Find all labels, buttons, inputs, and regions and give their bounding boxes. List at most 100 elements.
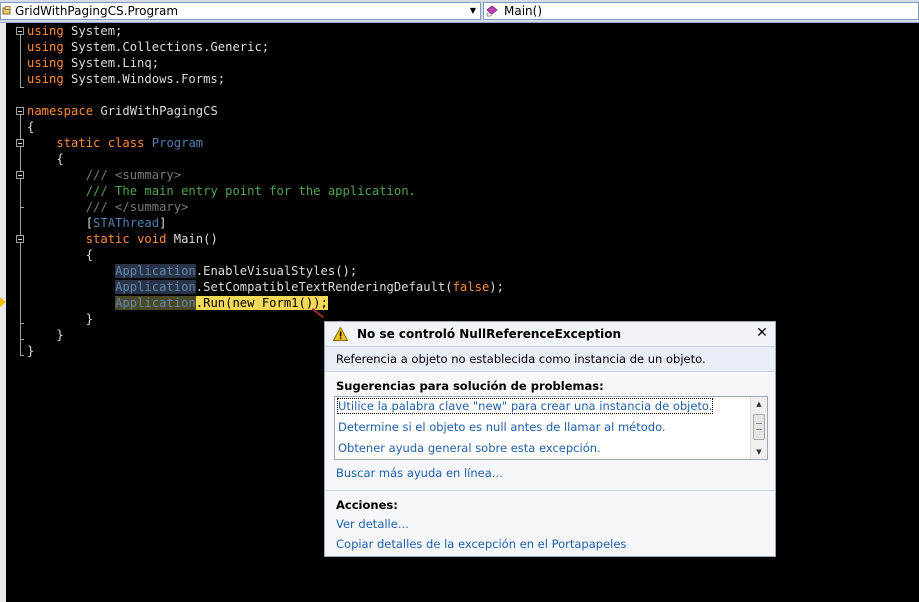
outline-line: [20, 35, 21, 87]
suggestions-scrollbar[interactable]: ▲ ▼: [750, 397, 767, 459]
code-token: Application: [115, 264, 196, 278]
code-token: }: [27, 312, 94, 326]
collapse-icon[interactable]: [16, 235, 24, 243]
code-token: /// </summary>: [85, 200, 189, 214]
collapse-icon[interactable]: [16, 139, 24, 147]
code-token: Application: [115, 296, 196, 310]
code-token: STAThread: [93, 216, 160, 230]
suggestion-item[interactable]: Obtener ayuda general sobre esta excepci…: [338, 441, 601, 455]
code-token: {: [27, 152, 64, 166]
code-line[interactable]: /// </summary>: [27, 199, 189, 215]
code-token: using: [27, 40, 64, 54]
code-line[interactable]: /// The main entry point for the applica…: [27, 183, 416, 199]
navigation-bar: GridWithPagingCS.Program ▼ Main(): [0, 0, 919, 23]
exception-message: Referencia a objeto no establecida como …: [336, 352, 706, 366]
code-token: .SetCompatibleTextRenderingDefault(: [195, 280, 453, 294]
code-line[interactable]: [STAThread]: [27, 215, 167, 231]
close-icon[interactable]: ✕: [755, 325, 769, 341]
actions-heading: Acciones:: [336, 498, 398, 512]
code-line[interactable]: }: [27, 327, 64, 343]
outline-end: [20, 207, 24, 208]
suggestion-item[interactable]: Utilice la palabra clave "new" para crea…: [336, 398, 714, 414]
member-selector-value: Main(): [504, 4, 543, 18]
code-line[interactable]: {: [27, 247, 93, 263]
code-token: Application: [115, 280, 196, 294]
code-token: }: [27, 344, 35, 358]
code-token: .EnableVisualStyles();: [195, 264, 358, 278]
code-token: System.Windows.Forms;: [63, 72, 226, 86]
suggestions-list[interactable]: Utilice la palabra clave "new" para crea…: [334, 396, 768, 460]
code-token: using: [27, 56, 64, 70]
chevron-down-icon[interactable]: ▼: [467, 4, 479, 18]
code-line[interactable]: Application.SetCompatibleTextRenderingDe…: [27, 279, 504, 295]
code-token: .Run(new Form1());: [195, 296, 328, 310]
code-token: ]: [159, 216, 167, 230]
outline-line: [20, 179, 21, 207]
code-token: using: [27, 24, 64, 38]
suggestions-heading: Sugerencias para solución de problemas:: [336, 379, 604, 393]
code-token: /// <summary>: [85, 168, 182, 182]
member-selector-dropdown[interactable]: Main(): [483, 2, 919, 20]
collapse-icon[interactable]: [16, 171, 24, 179]
code-line[interactable]: {: [27, 119, 34, 135]
code-token: System;: [63, 24, 123, 38]
code-token: false: [452, 280, 490, 294]
code-token: GridWithPagingCS: [93, 104, 218, 118]
code-line[interactable]: Application.EnableVisualStyles();: [27, 263, 357, 279]
code-line[interactable]: }: [27, 311, 93, 327]
suggestion-item[interactable]: Determine si el objeto es null antes de …: [338, 420, 666, 434]
code-line[interactable]: /// <summary>: [27, 167, 181, 183]
collapse-icon[interactable]: [16, 27, 24, 35]
outlining-margin: [14, 23, 24, 602]
code-line[interactable]: static class Program: [27, 135, 203, 151]
code-token: static class: [56, 136, 145, 150]
outline-end: [20, 339, 24, 340]
code-line[interactable]: namespace GridWithPagingCS: [27, 103, 218, 119]
more-help-link[interactable]: Buscar más ayuda en línea...: [336, 466, 503, 480]
code-token: Main(): [166, 232, 218, 246]
scroll-thumb[interactable]: [753, 414, 765, 440]
outline-end: [20, 323, 24, 324]
current-statement-arrow-icon: [0, 297, 6, 307]
code-line[interactable]: using System.Collections.Generic;: [27, 39, 269, 55]
code-line[interactable]: using System.Linq;: [27, 55, 159, 71]
code-token: [: [27, 216, 94, 230]
exception-title: No se controló NullReferenceException: [357, 327, 622, 341]
exception-header: No se controló NullReferenceException ✕: [325, 322, 775, 347]
code-token: );: [489, 280, 504, 294]
view-detail-link[interactable]: Ver detalle...: [336, 517, 409, 531]
code-line[interactable]: Application.Run(new Form1());: [27, 295, 328, 311]
section-divider: [325, 490, 775, 491]
code-token: System.Collections.Generic;: [63, 40, 270, 54]
code-token: }: [27, 328, 64, 342]
code-line[interactable]: {: [27, 151, 64, 167]
outline-end: [20, 355, 24, 356]
collapse-icon[interactable]: [16, 107, 24, 115]
scroll-up-icon[interactable]: ▲: [751, 397, 767, 411]
class-selector-dropdown[interactable]: GridWithPagingCS.Program ▼: [0, 2, 481, 20]
code-line[interactable]: static void Main(): [27, 231, 218, 247]
outline-line: [20, 243, 21, 323]
code-token: System.Linq;: [63, 56, 160, 70]
code-token: {: [27, 248, 94, 262]
code-token: {: [27, 120, 35, 134]
code-line[interactable]: }: [27, 343, 34, 359]
code-line[interactable]: using System;: [27, 23, 122, 39]
copy-details-link[interactable]: Copiar detalles de la excepción en el Po…: [336, 537, 626, 551]
scroll-down-icon[interactable]: ▼: [751, 445, 767, 459]
code-line[interactable]: using System.Windows.Forms;: [27, 71, 225, 87]
code-token: Program: [151, 136, 204, 150]
warning-icon: [333, 327, 348, 341]
indicator-margin[interactable]: [0, 23, 6, 602]
method-icon: [486, 5, 498, 17]
outline-end: [20, 87, 24, 88]
exception-assistant: No se controló NullReferenceException ✕ …: [324, 321, 776, 557]
